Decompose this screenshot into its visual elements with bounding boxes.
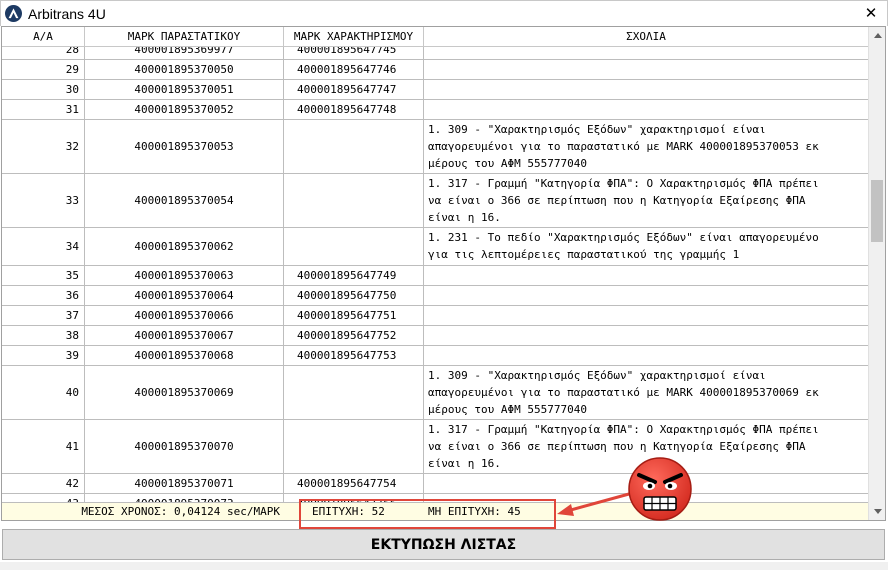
mark-parastatikou-cell: 400001895370073 — [85, 494, 284, 502]
row-number-cell: 30 — [2, 80, 85, 99]
chevron-down-icon — [873, 509, 882, 514]
mark-parastatikou-cell: 400001895370066 — [85, 306, 284, 325]
mark-parastatikou-cell: 400001895370063 — [85, 266, 284, 285]
row-number-cell: 28 — [2, 47, 85, 59]
pointer-arrow-icon — [557, 492, 631, 516]
comment-cell — [424, 286, 868, 305]
comment-cell — [424, 80, 868, 99]
mark-parastatikou-cell: 400001895370064 — [85, 286, 284, 305]
column-header-mark-xaraktirismou[interactable]: ΜΑΡΚ ΧΑΡΑΚΤΗΡΙΣΜΟΥ — [284, 27, 424, 47]
mark-xaraktirismou-cell: 400001895647754 — [284, 474, 424, 493]
row-number-cell: 42 — [2, 474, 85, 493]
comment-cell — [424, 47, 868, 59]
table-row[interactable]: 40 400001895370069 1. 309 - "Χαρακτηρισμός… — [2, 366, 868, 420]
window-bottom-edge — [0, 562, 888, 570]
mark-xaraktirismou-cell — [284, 228, 424, 265]
scrollbar-thumb[interactable] — [871, 180, 883, 242]
row-number-cell: 41 — [2, 420, 85, 473]
mark-xaraktirismou-cell: 400001895647747 — [284, 80, 424, 99]
table-row[interactable]: 34 400001895370062 1. 231 - Το πεδίο "Χαρα… — [2, 228, 868, 266]
table-row[interactable]: 42 400001895370071 400001895647754 — [2, 474, 868, 494]
mark-xaraktirismou-cell: 400001895647748 — [284, 100, 424, 119]
mark-xaraktirismou-cell: 400001895647746 — [284, 60, 424, 79]
comment-cell: 1. 309 - "Χαρακτηρισμός Εξόδων" χαρακτηρ… — [428, 369, 819, 416]
row-number-cell: 35 — [2, 266, 85, 285]
table-row[interactable]: 35 400001895370063 400001895647749 — [2, 266, 868, 286]
table-row[interactable]: 32 400001895370053 1. 309 - "Χαρακτηρισμός… — [2, 120, 868, 174]
mark-xaraktirismou-cell: 400001895647745 — [284, 47, 424, 59]
table-row[interactable]: 31 400001895370052 400001895647748 — [2, 100, 868, 120]
row-number-cell: 29 — [2, 60, 85, 79]
scroll-down-button[interactable] — [869, 503, 885, 520]
table-row[interactable]: 38 400001895370067 400001895647752 — [2, 326, 868, 346]
grid-header: Α/Α ΜΑΡΚ ΠΑΡΑΣΤΑΤΙΚΟΥ ΜΑΡΚ ΧΑΡΑΚΤΗΡΙΣΜΟΥ… — [2, 27, 868, 47]
mark-parastatikou-cell: 400001895370069 — [85, 366, 284, 419]
column-header-mark-parastatikou[interactable]: ΜΑΡΚ ΠΑΡΑΣΤΑΤΙΚΟΥ — [85, 27, 284, 47]
table-row[interactable]: 37 400001895370066 400001895647751 — [2, 306, 868, 326]
comment-cell — [424, 346, 868, 365]
mark-parastatikou-cell: 400001895370068 — [85, 346, 284, 365]
scroll-up-button[interactable] — [869, 27, 885, 44]
comment-cell: 1. 309 - "Χαρακτηρισμός Εξόδων" χαρακτηρ… — [428, 123, 819, 170]
comment-cell — [424, 326, 868, 345]
comment-cell: 1. 317 - Γραμμή "Κατηγορία ΦΠΑ": Ο Χαρακ… — [428, 177, 819, 224]
mark-parastatikou-cell: 400001895370050 — [85, 60, 284, 79]
row-number-cell: 38 — [2, 326, 85, 345]
mark-xaraktirismou-cell: 400001895647753 — [284, 346, 424, 365]
mark-parastatikou-cell: 400001895370067 — [85, 326, 284, 345]
mark-parastatikou-cell: 400001895369977 — [85, 47, 284, 59]
comment-cell: 1. 231 - Το πεδίο "Χαρακτηρισμός Εξόδων"… — [428, 231, 819, 261]
mark-parastatikou-cell: 400001895370071 — [85, 474, 284, 493]
row-number-cell: 40 — [2, 366, 85, 419]
mark-parastatikou-cell: 400001895370062 — [85, 228, 284, 265]
mark-xaraktirismou-cell: 400001895647752 — [284, 326, 424, 345]
vertical-scrollbar[interactable] — [868, 27, 885, 520]
title-bar: Arbitrans 4U ✕ — [0, 0, 888, 26]
app-logo-icon — [5, 5, 22, 22]
column-header-aa[interactable]: Α/Α — [2, 27, 85, 47]
comment-cell — [424, 60, 868, 79]
mark-xaraktirismou-cell: 400001895647751 — [284, 306, 424, 325]
row-number-cell: 37 — [2, 306, 85, 325]
comment-cell — [424, 306, 868, 325]
row-number-cell: 36 — [2, 286, 85, 305]
mark-parastatikou-cell: 400001895370054 — [85, 174, 284, 227]
mark-xaraktirismou-cell: 400001895647750 — [284, 286, 424, 305]
table-row[interactable]: 41 400001895370070 1. 317 - Γραμμή "Κατηγο… — [2, 420, 868, 474]
close-button[interactable]: ✕ — [861, 3, 881, 23]
mark-parastatikou-cell: 400001895370051 — [85, 80, 284, 99]
table-row[interactable]: 30 400001895370051 400001895647747 — [2, 80, 868, 100]
mark-xaraktirismou-cell — [284, 420, 424, 473]
results-grid: Α/Α ΜΑΡΚ ΠΑΡΑΣΤΑΤΙΚΟΥ ΜΑΡΚ ΧΑΡΑΚΤΗΡΙΣΜΟΥ… — [1, 26, 886, 521]
mark-xaraktirismou-cell — [284, 120, 424, 173]
angry-face-icon — [628, 457, 692, 521]
comment-cell — [424, 100, 868, 119]
table-row[interactable]: 36 400001895370064 400001895647750 — [2, 286, 868, 306]
mark-parastatikou-cell: 400001895370070 — [85, 420, 284, 473]
mark-xaraktirismou-cell — [284, 174, 424, 227]
mark-xaraktirismou-cell: 400001895647749 — [284, 266, 424, 285]
table-row[interactable]: 33 400001895370054 1. 317 - Γραμμή "Κατηγο… — [2, 174, 868, 228]
row-number-cell: 32 — [2, 120, 85, 173]
highlight-annotation-box — [299, 499, 556, 529]
row-number-cell: 31 — [2, 100, 85, 119]
row-number-cell: 43 — [2, 494, 85, 502]
mark-parastatikou-cell: 400001895370053 — [85, 120, 284, 173]
mark-parastatikou-cell: 400001895370052 — [85, 100, 284, 119]
grid-rows: 28 400001895369977 400001895647745 29 400001… — [2, 47, 868, 502]
chevron-up-icon — [873, 33, 882, 38]
print-list-button[interactable]: ΕΚΤΥΠΩΣΗ ΛΙΣΤΑΣ — [2, 529, 885, 560]
column-header-sxolia[interactable]: ΣΧΟΛΙΑ — [424, 27, 868, 47]
average-time-label: ΜΕΣΟΣ ΧΡΟΝΟΣ: 0,04124 sec/MAPK — [81, 505, 280, 518]
table-row[interactable]: 29 400001895370050 400001895647746 — [2, 60, 868, 80]
row-number-cell: 34 — [2, 228, 85, 265]
table-row[interactable]: 39 400001895370068 400001895647753 — [2, 346, 868, 366]
row-number-cell: 39 — [2, 346, 85, 365]
comment-cell — [424, 266, 868, 285]
table-row[interactable]: 28 400001895369977 400001895647745 — [2, 47, 868, 60]
window-title: Arbitrans 4U — [28, 6, 106, 22]
mark-xaraktirismou-cell — [284, 366, 424, 419]
row-number-cell: 33 — [2, 174, 85, 227]
